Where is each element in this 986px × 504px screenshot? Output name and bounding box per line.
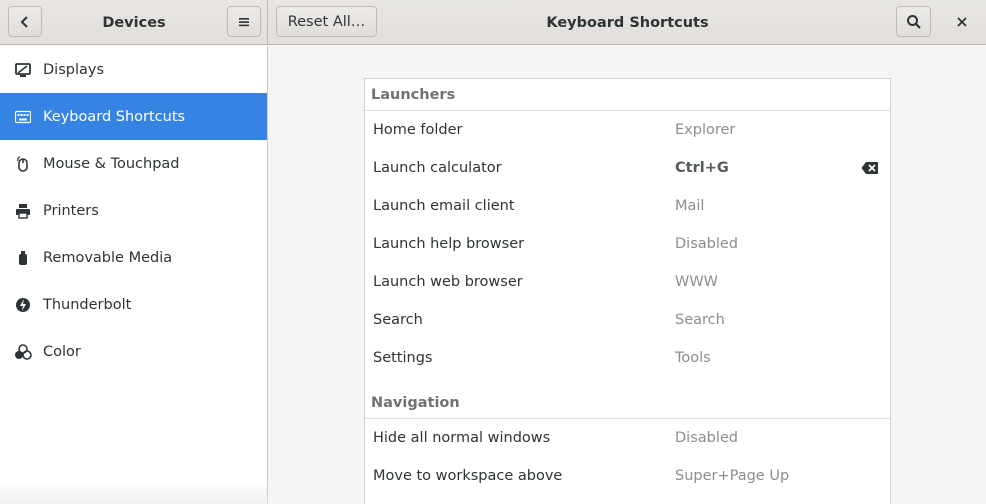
shortcut-row[interactable]: Launch web browser WWW — [365, 263, 890, 301]
sidebar-header: Devices — [0, 0, 268, 45]
shortcut-label: Move to workspace above — [373, 468, 563, 484]
shortcut-label: Home folder — [373, 122, 463, 138]
sidebar-item-removable-media[interactable]: Removable Media — [0, 234, 267, 281]
shortcut-accel: Mail — [675, 198, 705, 214]
shortcut-accel: WWW — [675, 274, 719, 290]
reset-all-button[interactable]: Reset All… — [276, 6, 377, 37]
sidebar-item-label: Thunderbolt — [43, 296, 132, 313]
shortcut-accel: Tools — [675, 350, 711, 366]
menu-button[interactable] — [227, 6, 261, 37]
shortcut-label: Launch help browser — [373, 236, 525, 252]
backspace-icon — [861, 162, 878, 174]
thunderbolt-icon — [14, 296, 32, 314]
sidebar-item-mouse-touchpad[interactable]: Mouse & Touchpad — [0, 140, 267, 187]
shortcut-accel: Explorer — [675, 122, 736, 138]
shortcuts-panel: Launchers Home folder Explorer Launch ca… — [269, 46, 986, 504]
sidebar-item-thunderbolt[interactable]: Thunderbolt — [0, 281, 267, 328]
sidebar-bottom-shade — [0, 482, 268, 504]
window-title: Keyboard Shortcuts — [546, 14, 709, 31]
keyboard-icon — [14, 108, 32, 126]
shortcut-label: Search — [373, 312, 423, 328]
shortcut-row[interactable]: Search Search — [365, 301, 890, 339]
sidebar-item-label: Mouse & Touchpad — [43, 155, 180, 172]
shortcut-label: Settings — [373, 350, 433, 366]
shortcut-row[interactable]: Launch email client Mail — [365, 187, 890, 225]
color-icon — [14, 343, 32, 361]
sidebar-item-label: Displays — [43, 61, 105, 78]
search-button[interactable] — [896, 6, 931, 37]
shortcut-row[interactable]: Launch help browser Disabled — [365, 225, 890, 263]
shortcut-row[interactable]: Home folder Explorer — [365, 111, 890, 149]
shortcut-accel: Super+Page Up — [675, 468, 790, 484]
shortcut-row[interactable]: Hide all normal windows Disabled — [365, 419, 890, 457]
reset-shortcut-button[interactable] — [861, 161, 879, 175]
chevron-left-icon — [20, 15, 28, 28]
close-icon — [957, 16, 967, 27]
shortcut-accel: Disabled — [675, 236, 738, 252]
sidebar-item-label: Printers — [43, 202, 99, 219]
shortcuts-list: Launchers Home folder Explorer Launch ca… — [364, 78, 891, 504]
section-header-navigation: Navigation — [365, 377, 890, 419]
sidebar-item-label: Keyboard Shortcuts — [43, 108, 186, 125]
shortcut-label: Hide all normal windows — [373, 430, 551, 446]
sidebar-item-keyboard-shortcuts[interactable]: Keyboard Shortcuts — [0, 93, 267, 140]
mouse-icon — [14, 155, 32, 173]
shortcut-accel: Disabled — [675, 430, 738, 446]
usb-drive-icon — [14, 249, 32, 267]
sidebar-title: Devices — [102, 14, 166, 31]
sidebar-item-label: Color — [43, 343, 81, 360]
close-button[interactable] — [945, 6, 979, 37]
sidebar: Displays Keyboard Shortcuts Mouse & Touc… — [0, 46, 268, 504]
shortcut-accel: Ctrl+G — [675, 160, 729, 176]
sidebar-item-displays[interactable]: Displays — [0, 46, 267, 93]
shortcut-row[interactable]: Move to workspace above Super+Page Up — [365, 457, 890, 495]
hamburger-menu-icon — [239, 17, 249, 26]
search-icon — [906, 14, 921, 29]
sidebar-item-color[interactable]: Color — [0, 328, 267, 375]
section-header-launchers: Launchers — [365, 79, 890, 111]
header-bar: Devices Reset All… Keyboard Shortcuts — [0, 0, 986, 45]
shortcut-row[interactable]: Launch calculator Ctrl+G — [365, 149, 890, 187]
shortcut-row[interactable]: Settings Tools — [365, 339, 890, 377]
back-button[interactable] — [8, 6, 42, 37]
shortcut-label: Launch calculator — [373, 160, 502, 176]
shortcut-label: Launch email client — [373, 198, 515, 214]
printer-icon — [14, 202, 32, 220]
sidebar-item-printers[interactable]: Printers — [0, 187, 267, 234]
display-icon — [14, 61, 32, 79]
sidebar-item-label: Removable Media — [43, 249, 173, 266]
shortcut-label: Launch web browser — [373, 274, 523, 290]
shortcut-accel: Search — [675, 312, 725, 328]
